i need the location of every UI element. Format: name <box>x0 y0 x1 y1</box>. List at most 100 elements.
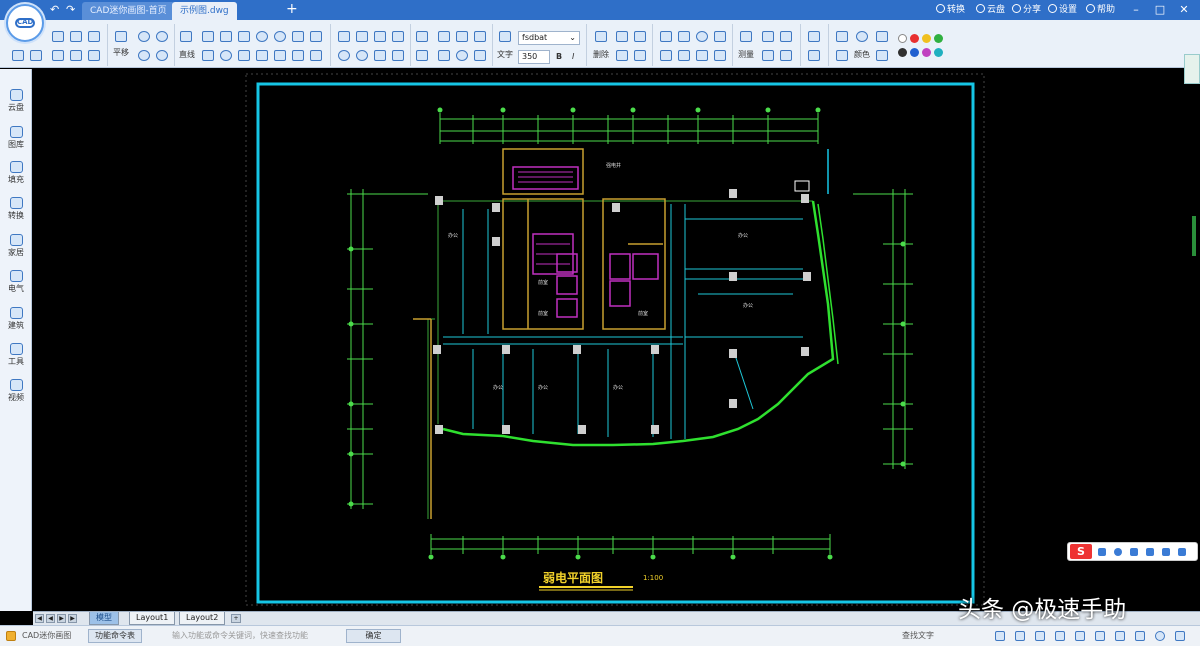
pan-label[interactable]: 平移 <box>113 48 129 58</box>
forward-icon[interactable] <box>30 50 42 61</box>
maximize-button[interactable]: □ <box>1152 2 1168 18</box>
next-tab-icon[interactable]: ▶ <box>57 614 66 623</box>
point-icon[interactable] <box>292 50 304 61</box>
snap-icon[interactable] <box>1015 631 1025 641</box>
donut-icon[interactable] <box>392 31 404 42</box>
construction-line-icon[interactable] <box>220 31 232 42</box>
color-swatch[interactable] <box>922 48 931 57</box>
fullscreen-icon[interactable] <box>1175 631 1185 641</box>
grid-icon[interactable] <box>995 631 1005 641</box>
crosshair-icon[interactable] <box>1135 631 1145 641</box>
ime-skin-icon[interactable] <box>1162 548 1170 556</box>
ime-lang-icon[interactable] <box>1098 548 1106 556</box>
undo-icon[interactable]: ↶ <box>50 3 59 17</box>
command-list-button[interactable]: 功能命令表 <box>88 629 142 643</box>
polyline-icon[interactable] <box>202 31 214 42</box>
ellipse-icon[interactable] <box>220 50 232 61</box>
mirror-icon[interactable] <box>634 31 646 42</box>
export-icon[interactable] <box>70 50 82 61</box>
first-tab-icon[interactable]: ◀ <box>35 614 44 623</box>
region-icon[interactable] <box>274 50 286 61</box>
eyedropper-icon[interactable] <box>876 31 888 42</box>
text-size-select[interactable]: 350 <box>518 50 550 64</box>
dimension-arc-icon[interactable] <box>456 50 468 61</box>
sidebar-item-home[interactable]: 家居 <box>0 234 32 257</box>
block-create-icon[interactable] <box>356 31 368 42</box>
image-insert-icon[interactable] <box>356 50 368 61</box>
table-icon[interactable] <box>338 50 350 61</box>
sidebar-item-electric[interactable]: 电气 <box>0 270 32 293</box>
extend-icon[interactable] <box>678 50 690 61</box>
color-swatch[interactable] <box>934 34 943 43</box>
color-box-icon[interactable] <box>836 31 848 42</box>
redo-icon[interactable]: ↷ <box>66 3 75 17</box>
offset-icon[interactable] <box>616 50 628 61</box>
lineweight-icon[interactable] <box>876 50 888 61</box>
ime-menu-icon[interactable] <box>1178 548 1186 556</box>
find-text-label[interactable]: 查找文字 <box>902 630 934 642</box>
save-icon[interactable] <box>88 31 100 42</box>
open-file-icon[interactable] <box>52 31 64 42</box>
copy-icon[interactable] <box>616 31 628 42</box>
rotate-icon[interactable] <box>696 31 708 42</box>
triangle-icon[interactable] <box>202 50 214 61</box>
tab-home[interactable]: CAD迷你画图-首页 <box>82 2 175 20</box>
share-link[interactable]: 分享 <box>1012 3 1041 17</box>
dimension-aligned-icon[interactable] <box>416 50 428 61</box>
vertical-scrollbar[interactable] <box>1192 216 1196 256</box>
sidebar-item-tools[interactable]: 工具 <box>0 343 32 366</box>
minimize-button[interactable]: – <box>1128 2 1144 18</box>
add-layout-icon[interactable]: + <box>231 614 241 623</box>
tab-drawing[interactable]: 示例图.dwg <box>172 2 237 20</box>
new-tab-plus-icon[interactable]: + <box>286 1 298 17</box>
color-swatch[interactable] <box>898 34 907 43</box>
layer-icon[interactable] <box>780 31 792 42</box>
convert-link[interactable]: 转换 <box>936 3 965 17</box>
polygon-icon[interactable] <box>256 50 268 61</box>
stretch-icon[interactable] <box>660 50 672 61</box>
new-file-icon[interactable] <box>70 31 82 42</box>
erase-icon[interactable] <box>634 50 646 61</box>
dimension-diameter-icon[interactable] <box>474 31 486 42</box>
ime-toolbar[interactable]: S <box>1067 542 1198 561</box>
trim-icon[interactable] <box>714 31 726 42</box>
ime-punct-icon[interactable] <box>1114 548 1122 556</box>
tab-layout1[interactable]: Layout1 <box>129 612 176 625</box>
fillet-icon[interactable] <box>696 50 708 61</box>
color-swatch[interactable] <box>934 48 943 57</box>
bold-button[interactable]: B <box>556 52 562 62</box>
close-button[interactable]: ✕ <box>1176 2 1192 18</box>
boundary-icon[interactable] <box>392 50 404 61</box>
pan-hand-icon[interactable] <box>115 31 127 42</box>
prev-tab-icon[interactable]: ◀ <box>46 614 55 623</box>
line-label[interactable]: 直线 <box>179 50 195 60</box>
move-icon[interactable] <box>660 31 672 42</box>
sidebar-item-video[interactable]: 视频 <box>0 379 32 402</box>
layout-icon[interactable] <box>808 50 820 61</box>
confirm-button[interactable]: 确定 <box>346 629 401 643</box>
ime-voice-icon[interactable] <box>1130 548 1138 556</box>
dimension-baseline-icon[interactable] <box>474 50 486 61</box>
italic-button[interactable]: I <box>572 52 574 62</box>
zoom-window-icon[interactable] <box>138 50 150 61</box>
arc-icon[interactable] <box>256 31 268 42</box>
zoom-out-icon[interactable] <box>156 31 168 42</box>
color-settings-icon[interactable] <box>1155 631 1165 641</box>
circle-icon[interactable] <box>274 31 286 42</box>
cloud-link[interactable]: 云盘 <box>976 3 1005 17</box>
zoom-extents-icon[interactable] <box>156 50 168 61</box>
block-insert-icon[interactable] <box>338 31 350 42</box>
ime-keyboard-icon[interactable] <box>1146 548 1154 556</box>
sidebar-item-convert[interactable]: 转换 <box>0 197 32 220</box>
color-swatch[interactable] <box>910 34 919 43</box>
sidebar-item-cloud[interactable]: 云盘 <box>0 89 32 112</box>
zoom-in-icon[interactable] <box>138 31 150 42</box>
color-wheel-icon[interactable] <box>856 31 868 42</box>
annotation-icon[interactable] <box>1115 631 1125 641</box>
dimension-angle-icon[interactable] <box>438 31 450 42</box>
hatch-icon[interactable] <box>238 50 250 61</box>
measure-icon[interactable] <box>740 31 752 42</box>
save-as-icon[interactable] <box>88 50 100 61</box>
color-swatch[interactable] <box>922 34 931 43</box>
delete-icon[interactable] <box>595 31 607 42</box>
